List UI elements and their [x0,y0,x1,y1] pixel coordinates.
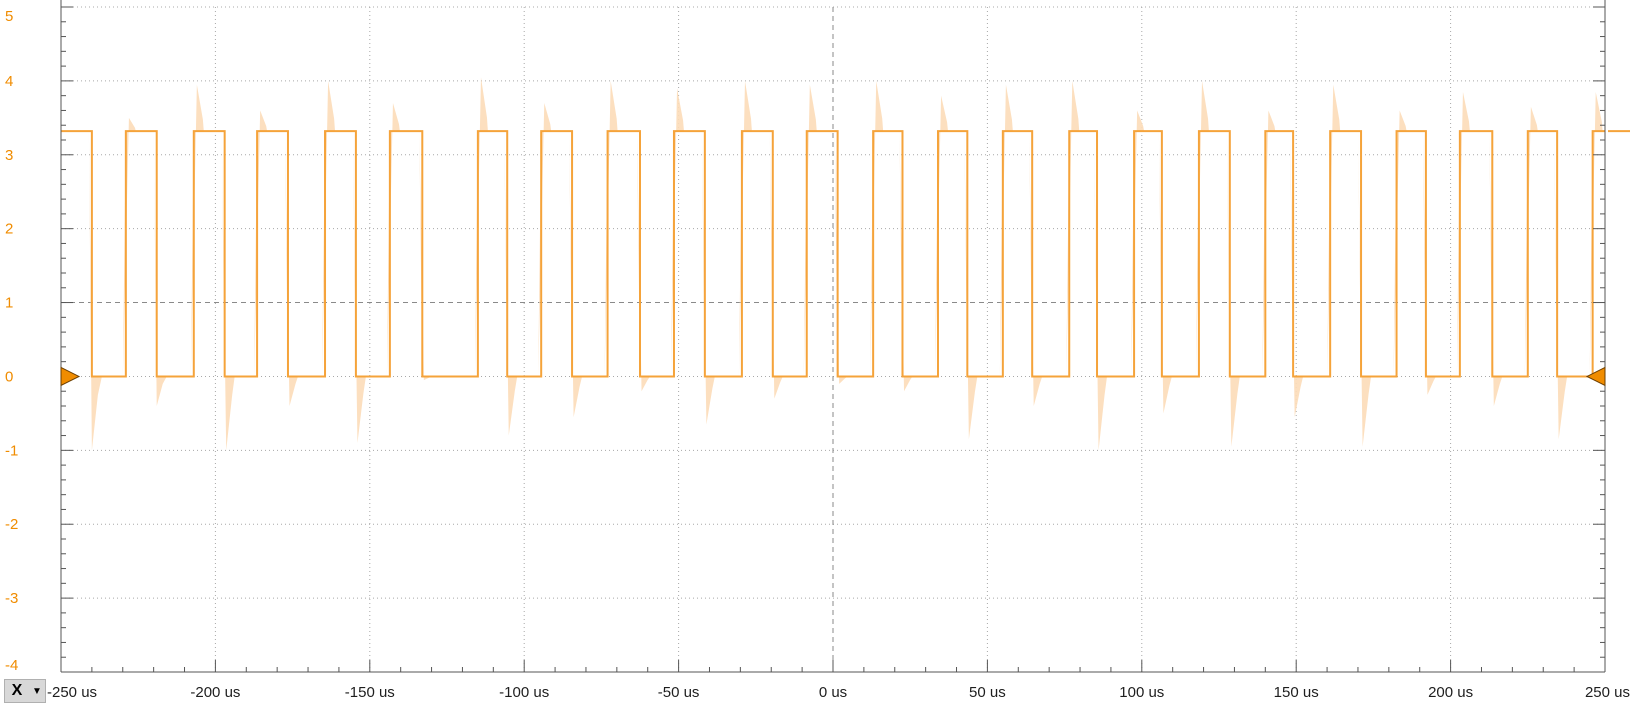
y-tick-label: -2 [5,516,18,533]
level-markers [60,130,1630,387]
envelope-spike [1358,131,1372,447]
x-axis-button[interactable]: X [5,682,29,700]
envelope-spike [934,95,948,377]
envelope-spike [834,131,848,384]
envelope-spike [1327,84,1341,377]
x-tick-label: 50 us [969,684,1006,701]
envelope-spike [190,84,204,377]
envelope-spike [1393,110,1407,377]
envelope-spike [538,103,552,377]
y-tick-label: 0 [5,368,13,385]
envelope-spike [474,77,488,377]
envelope-spike [1524,106,1538,377]
envelope-spike [1226,131,1240,447]
y-tick-label: 2 [5,221,13,238]
envelope-spike [153,131,167,406]
envelope-spike [1029,131,1043,406]
y-tick-label: -3 [5,590,18,607]
y-tick-label: 4 [5,73,13,90]
y-tick-label: 5 [5,8,13,25]
envelope-spike [769,131,783,399]
envelope-spike [1094,131,1108,451]
envelope-spike [221,131,235,451]
x-tick-label: -200 us [190,684,240,701]
x-tick-label: 250 us [1585,684,1630,701]
x-axis-labels: -250 us -200 us -150 us -100 us -50 us 0 us 50… [47,684,1630,701]
x-axis-control[interactable]: X ▼ [4,679,46,703]
envelope-spike [1262,110,1276,377]
y-tick-label: -1 [5,442,18,459]
envelope-spike [504,131,518,436]
signal-envelope [88,77,1603,451]
envelope-spike [569,131,583,418]
envelope-spike [964,131,978,440]
envelope-spike [88,131,102,451]
envelope-spike [122,117,136,377]
envelope-spike [1422,131,1436,395]
x-tick-label: 150 us [1274,684,1319,701]
x-tick-label: -100 us [499,684,549,701]
envelope-spike [999,84,1013,377]
envelope-spike [701,131,715,425]
x-tick-label: 0 us [819,684,847,701]
envelope-spike [1456,91,1470,377]
envelope-spike [419,131,433,381]
y-tick-label: 3 [5,147,13,164]
envelope-spike [604,80,618,377]
y-axis-labels: 5 4 3 2 1 0 -1 -2 -3 -4 [5,8,18,674]
envelope-spike [254,110,268,377]
chart-grid [60,6,1606,673]
y-tick-label: -4 [5,657,18,674]
envelope-spike [1554,131,1568,440]
oscilloscope-chart: 5 4 3 2 1 0 -1 -2 -3 -4 -250 us -200 us -150 us -100… [5,0,1630,701]
envelope-spike [899,131,913,392]
envelope-spike [1290,131,1304,418]
x-tick-label: -50 us [658,684,700,701]
envelope-spike [803,84,817,377]
envelope-spike [386,103,400,377]
envelope-spike [1158,131,1172,414]
ground-marker-right [1585,366,1606,387]
x-tick-label: 200 us [1428,684,1473,701]
envelope-spike [1489,131,1503,406]
x-tick-label: -250 us [47,684,97,701]
y-tick-label: 1 [5,295,13,312]
x-tick-label: -150 us [345,684,395,701]
envelope-spike [637,131,650,392]
envelope-spike [1589,91,1603,377]
triangle-down-icon[interactable]: ▼ [29,686,45,697]
envelope-spike [284,131,298,406]
envelope-spike [1195,80,1209,377]
ground-marker-left [60,366,81,387]
envelope-spike [352,131,366,443]
x-tick-label: 100 us [1119,684,1164,701]
